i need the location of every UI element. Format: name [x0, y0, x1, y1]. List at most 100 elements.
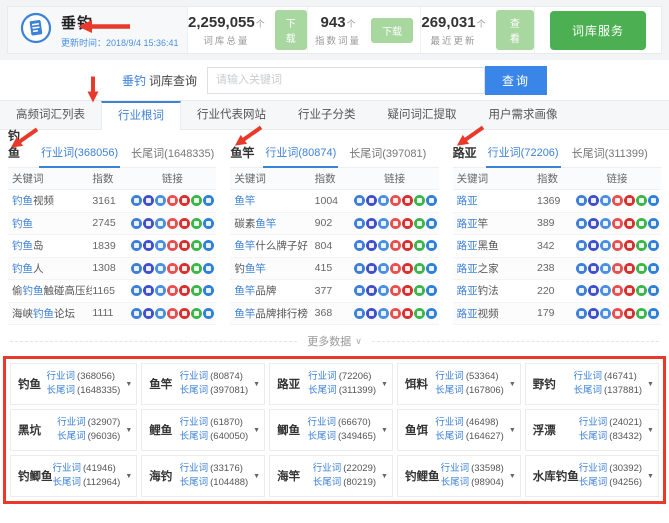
link-platform-icon[interactable]: [588, 308, 599, 319]
link-platform-icon[interactable]: [203, 240, 214, 251]
word-library-service-button[interactable]: 词库服务: [550, 11, 646, 50]
longtail-words-link[interactable]: 长尾词: [308, 385, 337, 396]
longtail-words-link[interactable]: 长尾词: [47, 385, 76, 396]
keyword-link[interactable]: 海峡钓鱼论坛: [8, 306, 92, 321]
link-platform-icon[interactable]: [191, 240, 202, 251]
link-platform-icon[interactable]: [426, 240, 437, 251]
industry-words-link[interactable]: 行业词: [53, 463, 82, 474]
link-platform-icon[interactable]: [143, 195, 154, 206]
longtail-words-link[interactable]: 长尾词: [180, 431, 209, 442]
chevron-down-icon[interactable]: ▼: [647, 427, 654, 434]
link-platform-icon[interactable]: [143, 263, 154, 274]
longtail-words-link[interactable]: 长尾词: [435, 431, 464, 442]
chevron-down-icon[interactable]: ▼: [647, 473, 654, 480]
link-platform-icon[interactable]: [179, 308, 190, 319]
link-platform-icon[interactable]: [576, 218, 587, 229]
root-word-card[interactable]: 路亚行业词(72206)长尾词(311399)▼: [269, 363, 393, 405]
longtail-words-link[interactable]: 长尾词: [57, 431, 86, 442]
link-platform-icon[interactable]: [378, 285, 389, 296]
link-platform-icon[interactable]: [390, 263, 401, 274]
link-platform-icon[interactable]: [402, 195, 413, 206]
link-platform-icon[interactable]: [354, 195, 365, 206]
longtail-words-link[interactable]: 长尾词: [313, 477, 342, 488]
link-platform-icon[interactable]: [203, 218, 214, 229]
root-word-card[interactable]: 野钓行业词(46741)长尾词(137881)▼: [525, 363, 659, 405]
link-platform-icon[interactable]: [414, 308, 425, 319]
link-platform-icon[interactable]: [155, 218, 166, 229]
keyword-link[interactable]: 鱼竿品牌: [230, 283, 314, 298]
link-platform-icon[interactable]: [354, 240, 365, 251]
link-platform-icon[interactable]: [648, 218, 659, 229]
industry-words-link[interactable]: 行业词: [307, 417, 336, 428]
link-platform-icon[interactable]: [624, 218, 635, 229]
root-word-card[interactable]: 水库钓鱼行业词(30392)长尾词(94256)▼: [525, 455, 659, 497]
link-platform-icon[interactable]: [624, 240, 635, 251]
link-platform-icon[interactable]: [131, 195, 142, 206]
chevron-down-icon[interactable]: ▼: [509, 381, 516, 388]
root-word-card[interactable]: 钓鲤鱼行业词(33598)长尾词(98904)▼: [397, 455, 521, 497]
chevron-down-icon[interactable]: ▼: [125, 473, 132, 480]
link-platform-icon[interactable]: [612, 218, 623, 229]
root-word-card[interactable]: 鱼饵行业词(46498)长尾词(164627)▼: [397, 409, 521, 451]
link-platform-icon[interactable]: [366, 263, 377, 274]
keyword-link[interactable]: 钓鱼: [8, 216, 92, 231]
link-platform-icon[interactable]: [600, 308, 611, 319]
industry-words-link[interactable]: 行业词: [441, 463, 470, 474]
longtail-words-link[interactable]: 长尾词: [441, 477, 470, 488]
link-platform-icon[interactable]: [636, 240, 647, 251]
link-platform-icon[interactable]: [354, 218, 365, 229]
link-platform-icon[interactable]: [588, 218, 599, 229]
link-platform-icon[interactable]: [191, 195, 202, 206]
root-word-card[interactable]: 鲫鱼行业词(66670)长尾词(349465)▼: [269, 409, 393, 451]
link-platform-icon[interactable]: [648, 195, 659, 206]
link-platform-icon[interactable]: [191, 218, 202, 229]
link-platform-icon[interactable]: [191, 308, 202, 319]
link-platform-icon[interactable]: [588, 195, 599, 206]
link-platform-icon[interactable]: [600, 240, 611, 251]
keyword-link[interactable]: 路亚视频: [453, 306, 537, 321]
link-platform-icon[interactable]: [612, 285, 623, 296]
root-word-card[interactable]: 浮漂行业词(24021)长尾词(83432)▼: [525, 409, 659, 451]
industry-words-link[interactable]: 行业词: [435, 371, 464, 382]
chevron-down-icon[interactable]: ▼: [381, 381, 388, 388]
industry-words-link[interactable]: 行业词: [313, 463, 342, 474]
link-platform-icon[interactable]: [414, 263, 425, 274]
longtail-words-link[interactable]: 长尾词: [435, 385, 464, 396]
link-platform-icon[interactable]: [612, 240, 623, 251]
link-platform-icon[interactable]: [576, 308, 587, 319]
link-platform-icon[interactable]: [576, 195, 587, 206]
link-platform-icon[interactable]: [366, 308, 377, 319]
link-platform-icon[interactable]: [648, 263, 659, 274]
link-platform-icon[interactable]: [636, 263, 647, 274]
link-platform-icon[interactable]: [203, 308, 214, 319]
link-platform-icon[interactable]: [378, 195, 389, 206]
link-platform-icon[interactable]: [624, 308, 635, 319]
keyword-link[interactable]: 钓鱼竿: [230, 261, 314, 276]
link-platform-icon[interactable]: [131, 218, 142, 229]
keyword-link[interactable]: 钓鱼人: [8, 261, 92, 276]
link-platform-icon[interactable]: [203, 195, 214, 206]
link-platform-icon[interactable]: [143, 308, 154, 319]
link-platform-icon[interactable]: [366, 285, 377, 296]
industry-words-link[interactable]: 行业词: [579, 417, 608, 428]
link-platform-icon[interactable]: [414, 195, 425, 206]
link-platform-icon[interactable]: [402, 240, 413, 251]
keyword-link[interactable]: 鱼竿: [230, 193, 314, 208]
keyword-link[interactable]: 鱼竿什么牌子好: [230, 238, 314, 253]
link-platform-icon[interactable]: [426, 285, 437, 296]
keyword-link[interactable]: 碳素鱼竿: [230, 216, 314, 231]
longtail-words-link[interactable]: 长尾词: [180, 477, 209, 488]
chevron-down-icon[interactable]: ▼: [253, 473, 260, 480]
industry-words-tab[interactable]: 行业词(80874): [263, 144, 338, 168]
industry-words-link[interactable]: 行业词: [308, 371, 337, 382]
link-platform-icon[interactable]: [354, 263, 365, 274]
longtail-words-link[interactable]: 长尾词: [53, 477, 82, 488]
link-platform-icon[interactable]: [390, 285, 401, 296]
link-platform-icon[interactable]: [576, 263, 587, 274]
tab-high-freq-list[interactable]: 高频词汇列表: [0, 101, 101, 129]
longtail-words-tab[interactable]: 长尾词(1648335): [129, 145, 216, 167]
link-platform-icon[interactable]: [624, 263, 635, 274]
root-word-card[interactable]: 海竿行业词(22029)长尾词(80219)▼: [269, 455, 393, 497]
link-platform-icon[interactable]: [191, 263, 202, 274]
link-platform-icon[interactable]: [414, 218, 425, 229]
